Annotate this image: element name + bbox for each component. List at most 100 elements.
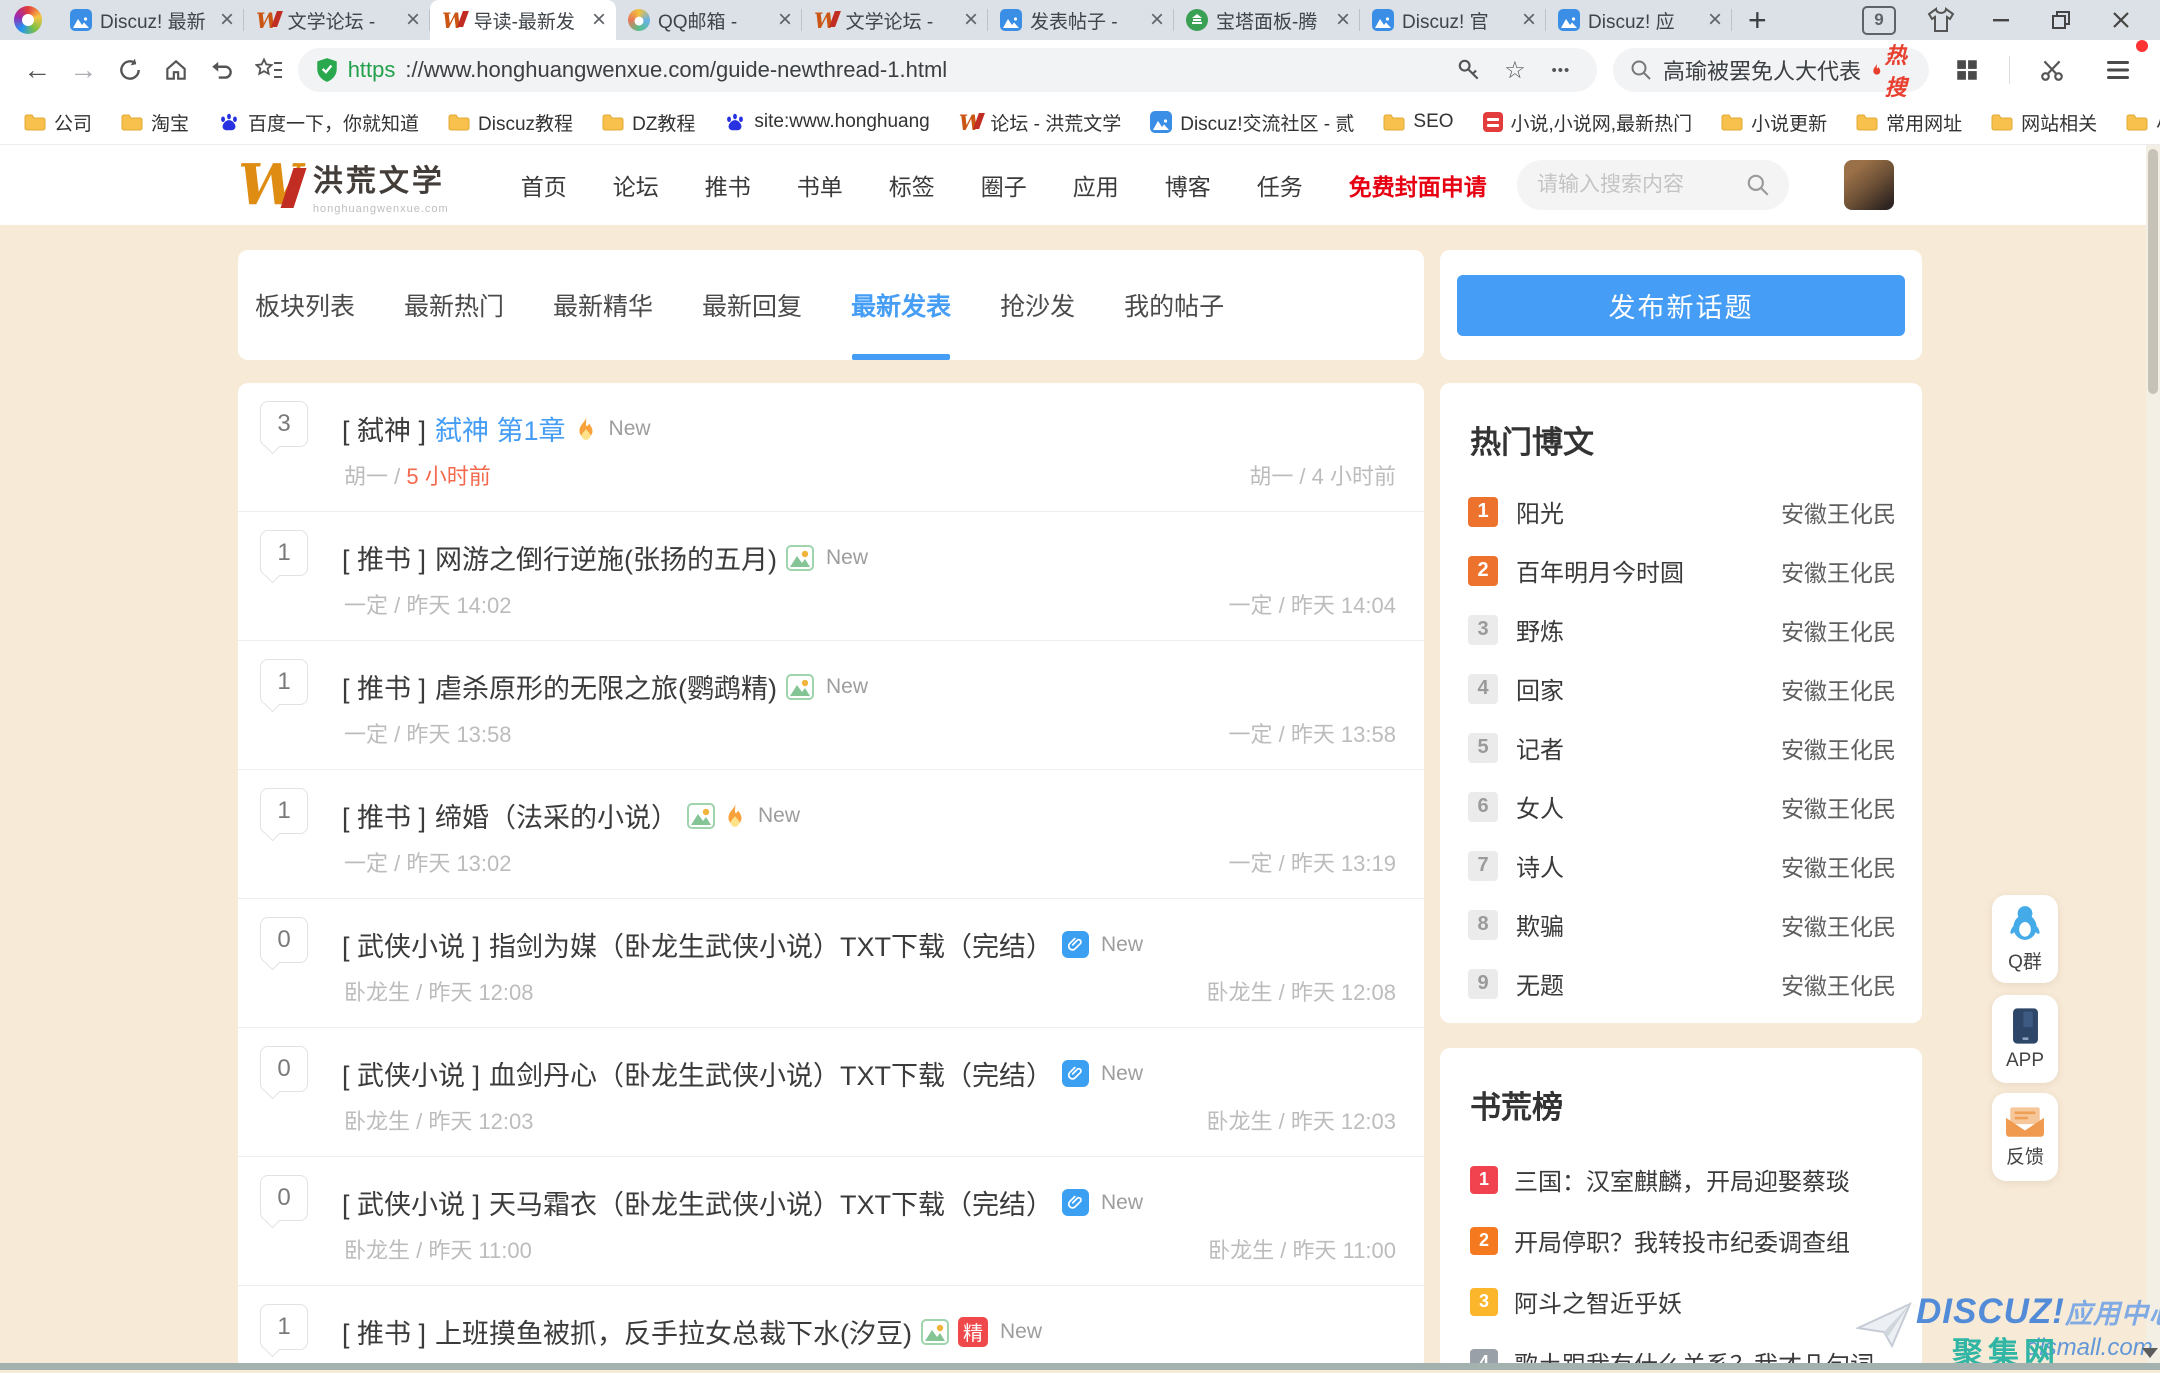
forum-tab[interactable]: 抢沙发 [1000, 250, 1075, 360]
browser-tab[interactable]: W文学论坛 -× [244, 0, 430, 40]
blog-author[interactable]: 安徽王化民 [1781, 554, 1896, 588]
blog-author[interactable]: 安徽王化民 [1781, 908, 1896, 942]
thread-author-time[interactable]: 一定 / 昨天 13:02 [344, 846, 512, 878]
tab-close-icon[interactable]: × [1146, 8, 1168, 32]
tab-close-icon[interactable]: × [402, 8, 424, 32]
blog-author[interactable]: 安徽王化民 [1781, 672, 1896, 706]
thread-lastreply-time[interactable]: 卧龙生 / 昨天 11:00 [1208, 1233, 1396, 1265]
thread-title-link[interactable]: 上班摸鱼被抓，反手拉女总裁下水(汐豆) [435, 1312, 912, 1351]
site-nav-item[interactable]: 书单 [797, 168, 843, 202]
apps-grid-icon[interactable] [1943, 46, 1991, 94]
quick-search-box[interactable]: 高瑜被罢免人大代表 热搜 [1613, 48, 1929, 92]
bookmark-item[interactable]: 小说,小说网,最新热门 [1483, 109, 1693, 136]
close-window-button[interactable] [2106, 5, 2136, 35]
bookmark-item[interactable]: 百度一下，你就知道 [218, 109, 419, 136]
bookmark-star-icon[interactable]: ☆ [1497, 56, 1533, 85]
thread-author-time[interactable]: 卧龙生 / 昨天 12:08 [344, 975, 534, 1007]
thread-category[interactable]: [ 武侠小说 ] [342, 1183, 480, 1222]
float-app-button[interactable]: APP [1992, 995, 2058, 1083]
more-dots-icon[interactable]: ••• [1543, 62, 1579, 79]
favorites-list-icon[interactable] [245, 46, 291, 94]
new-topic-button[interactable]: 发布新话题 [1457, 275, 1905, 336]
hot-blog-item[interactable]: 9无题安徽王化民 [1440, 954, 1922, 1013]
thread-title-link[interactable]: 网游之倒行逆施(张扬的五月) [435, 538, 777, 577]
password-key-icon[interactable] [1451, 57, 1487, 83]
bookmark-item[interactable]: 网站相关 [1991, 109, 2097, 136]
browser-tab[interactable]: QQ邮箱 -× [616, 0, 802, 40]
tab-close-icon[interactable]: × [1704, 8, 1726, 32]
user-avatar[interactable] [1844, 160, 1894, 210]
blog-author[interactable]: 安徽王化民 [1781, 790, 1896, 824]
bookmark-item[interactable]: 常用网址 [1856, 109, 1962, 136]
blog-author[interactable]: 安徽王化民 [1781, 613, 1896, 647]
site-nav-item[interactable]: 任务 [1257, 168, 1303, 202]
thread-title-link[interactable]: 缔婚（法采的小说） [435, 796, 678, 835]
site-nav-item[interactable]: 标签 [889, 168, 935, 202]
search-icon[interactable] [1745, 172, 1771, 198]
thread-author-time[interactable]: 胡一 / 5 小时前 [344, 459, 491, 491]
book-ranking-item[interactable]: 3阿斗之智近乎妖 [1440, 1271, 1922, 1332]
site-logo[interactable]: W 洪荒文学 honghuangwenxue.com [238, 156, 449, 215]
minimize-button[interactable] [1986, 5, 2016, 35]
thread-author-time[interactable]: 卧龙生 / 昨天 11:00 [344, 1233, 532, 1265]
browser-tab[interactable]: Discuz! 应× [1546, 0, 1732, 40]
blog-author[interactable]: 安徽王化民 [1781, 967, 1896, 1001]
browser-tab[interactable]: 发表帖子 -× [988, 0, 1174, 40]
thread-title-link[interactable]: 弑神 第1章 [435, 409, 566, 448]
hot-blog-item[interactable]: 1阳光安徽王化民 [1440, 482, 1922, 541]
bookmark-item[interactable]: site:www.honghuang [724, 111, 929, 133]
menu-hamburger-icon[interactable] [2094, 46, 2142, 94]
bookmark-item[interactable]: DZ教程 [602, 109, 695, 136]
scissors-icon[interactable] [2028, 46, 2076, 94]
site-search-input[interactable] [1535, 172, 1737, 198]
bookmark-item[interactable]: 小说更新 [1721, 109, 1827, 136]
hot-blog-item[interactable]: 3野炼安徽王化民 [1440, 600, 1922, 659]
blog-author[interactable]: 安徽王化民 [1781, 495, 1896, 529]
thread-category[interactable]: [ 推书 ] [342, 796, 426, 835]
bookmark-item[interactable]: Discuz教程 [448, 109, 573, 136]
tab-close-icon[interactable]: × [216, 8, 238, 32]
book-ranking-item[interactable]: 2开局停职？我转投市纪委调查组 [1440, 1210, 1922, 1271]
back-icon[interactable]: ← [14, 46, 60, 94]
thread-lastreply-time[interactable]: 一定 / 昨天 13:19 [1228, 846, 1396, 878]
browser-tab[interactable]: W导读-最新发× [430, 0, 616, 40]
hot-blog-item[interactable]: 8欺骗安徽王化民 [1440, 895, 1922, 954]
thread-lastreply-time[interactable]: 卧龙生 / 昨天 12:03 [1206, 1104, 1396, 1136]
browser-tab[interactable]: 宝塔面板-腾× [1174, 0, 1360, 40]
site-nav-item[interactable]: 博客 [1165, 168, 1211, 202]
site-nav-item[interactable]: 圈子 [981, 168, 1027, 202]
tab-close-icon[interactable]: × [588, 8, 610, 32]
thread-title-link[interactable]: 虐杀原形的无限之旅(鹦鹉精) [435, 667, 777, 706]
float-feedback-button[interactable]: 反馈 [1992, 1093, 2058, 1181]
hot-blog-item[interactable]: 4回家安徽王化民 [1440, 659, 1922, 718]
hot-blog-item[interactable]: 2百年明月今时圆安徽王化民 [1440, 541, 1922, 600]
bookmark-item[interactable]: 小说相关 [2126, 109, 2160, 136]
browser-tab[interactable]: Discuz! 最新× [58, 0, 244, 40]
thread-category[interactable]: [ 武侠小说 ] [342, 925, 480, 964]
tab-count-badge[interactable]: 9 [1862, 6, 1896, 35]
tab-close-icon[interactable]: × [774, 8, 796, 32]
tab-close-icon[interactable]: × [1518, 8, 1540, 32]
url-field[interactable]: https ://www.honghuangwenxue.com/guide-n… [298, 48, 1597, 92]
tab-close-icon[interactable]: × [1332, 8, 1354, 32]
scrollbar-thumb[interactable] [2148, 149, 2158, 394]
forward-icon[interactable]: → [60, 46, 106, 94]
site-nav-item[interactable]: 论坛 [613, 168, 659, 202]
new-tab-button[interactable]: + [1748, 4, 1767, 36]
site-nav-item[interactable]: 应用 [1073, 168, 1119, 202]
restore-button[interactable] [2046, 5, 2076, 35]
thread-author-time[interactable]: 一定 / 昨天 14:02 [344, 588, 512, 620]
thread-title-link[interactable]: 血剑丹心（卧龙生武侠小说）TXT下载（完结） [489, 1054, 1053, 1093]
forum-tab[interactable]: 最新热门 [404, 250, 504, 360]
thread-category[interactable]: [ 弑神 ] [342, 409, 426, 448]
site-nav-item[interactable]: 首页 [521, 168, 567, 202]
forum-tab[interactable]: 我的帖子 [1124, 250, 1224, 360]
browser-logo-icon[interactable] [14, 6, 42, 34]
site-nav-item[interactable]: 推书 [705, 168, 751, 202]
thread-lastreply-time[interactable]: 一定 / 昨天 14:04 [1228, 588, 1396, 620]
bookmark-item[interactable]: SEO [1383, 111, 1453, 133]
bookmark-item[interactable]: Discuz!交流社区 - 贰 [1150, 109, 1354, 136]
undo-icon[interactable] [199, 46, 245, 94]
hot-search-text[interactable]: 高瑜被罢免人大代表 [1663, 54, 1861, 86]
thread-lastreply-time[interactable]: 胡一 / 4 小时前 [1249, 459, 1396, 491]
